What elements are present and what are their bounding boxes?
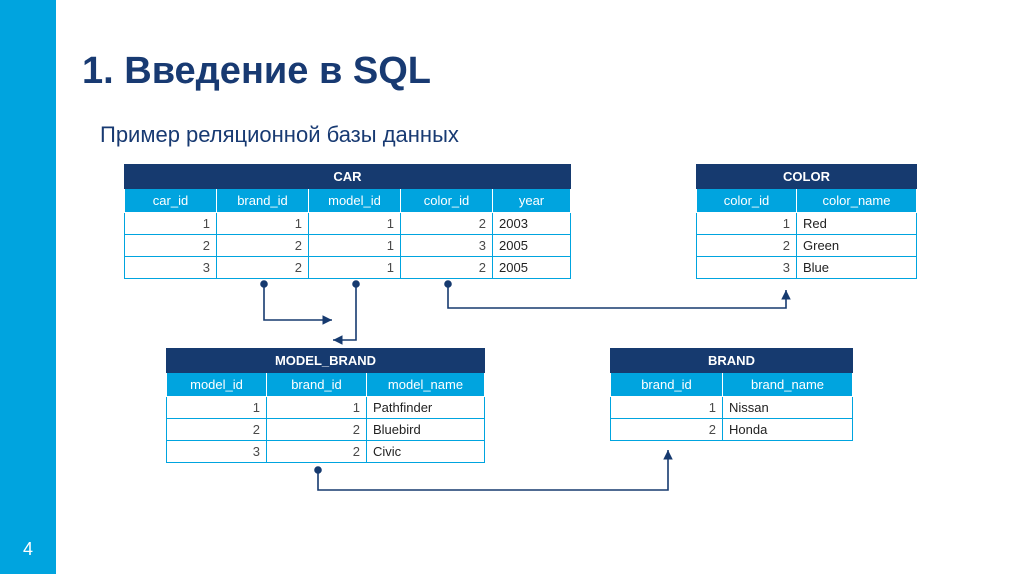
- cell: 1: [309, 213, 401, 235]
- table-model-brand: MODEL_BRAND model_id brand_id model_name…: [166, 348, 485, 463]
- col-hdr: color_name: [797, 189, 917, 213]
- col-hdr: year: [493, 189, 571, 213]
- cell: 2: [267, 441, 367, 463]
- cell: 2: [125, 235, 217, 257]
- table-row: 3 Blue: [697, 257, 917, 279]
- table-model-brand-title: MODEL_BRAND: [167, 349, 485, 373]
- cell: 1: [309, 257, 401, 279]
- cell: 1: [167, 397, 267, 419]
- col-hdr: brand_id: [611, 373, 723, 397]
- cell: Bluebird: [367, 419, 485, 441]
- table-row: 1 Nissan: [611, 397, 853, 419]
- cell: 1: [217, 213, 309, 235]
- cell: 2: [401, 257, 493, 279]
- cell: Green: [797, 235, 917, 257]
- col-hdr: brand_id: [217, 189, 309, 213]
- cell: 1: [697, 213, 797, 235]
- table-brand: BRAND brand_id brand_name 1 Nissan 2 Hon…: [610, 348, 853, 441]
- side-accent-band: [0, 0, 56, 574]
- cell: 2: [217, 235, 309, 257]
- cell: 2005: [493, 235, 571, 257]
- table-row: 1 1 1 2 2003: [125, 213, 571, 235]
- cell: 2: [267, 419, 367, 441]
- cell: 2: [167, 419, 267, 441]
- table-car-title: CAR: [125, 165, 571, 189]
- table-brand-title: BRAND: [611, 349, 853, 373]
- page-subtitle: Пример реляционной базы данных: [100, 122, 459, 148]
- cell: 1: [309, 235, 401, 257]
- cell: 1: [125, 213, 217, 235]
- cell: 3: [167, 441, 267, 463]
- table-row: 2 2 1 3 2005: [125, 235, 571, 257]
- cell: Blue: [797, 257, 917, 279]
- cell: Nissan: [723, 397, 853, 419]
- cell: 2005: [493, 257, 571, 279]
- cell: 2: [611, 419, 723, 441]
- table-color-title: COLOR: [697, 165, 917, 189]
- table-car: CAR car_id brand_id model_id color_id ye…: [124, 164, 571, 279]
- table-row: 1 1 Pathfinder: [167, 397, 485, 419]
- cell: 1: [611, 397, 723, 419]
- cell: 2: [697, 235, 797, 257]
- cell: 1: [267, 397, 367, 419]
- table-row: 1 Red: [697, 213, 917, 235]
- cell: 3: [125, 257, 217, 279]
- table-row: 3 2 Civic: [167, 441, 485, 463]
- cell: 2003: [493, 213, 571, 235]
- col-hdr: color_id: [697, 189, 797, 213]
- table-color: COLOR color_id color_name 1 Red 2 Green …: [696, 164, 917, 279]
- col-hdr: car_id: [125, 189, 217, 213]
- slide-page: 4 1. Введение в SQL Пример реляционной б…: [0, 0, 1024, 574]
- cell: 2: [217, 257, 309, 279]
- col-hdr: color_id: [401, 189, 493, 213]
- table-row: 2 Green: [697, 235, 917, 257]
- table-row: 3 2 1 2 2005: [125, 257, 571, 279]
- cell: Honda: [723, 419, 853, 441]
- col-hdr: brand_id: [267, 373, 367, 397]
- cell: Civic: [367, 441, 485, 463]
- table-row: 2 2 Bluebird: [167, 419, 485, 441]
- col-hdr: model_id: [309, 189, 401, 213]
- page-number: 4: [0, 539, 56, 560]
- table-row: 2 Honda: [611, 419, 853, 441]
- cell: 3: [697, 257, 797, 279]
- col-hdr: model_name: [367, 373, 485, 397]
- cell: Pathfinder: [367, 397, 485, 419]
- cell: Red: [797, 213, 917, 235]
- col-hdr: brand_name: [723, 373, 853, 397]
- cell: 3: [401, 235, 493, 257]
- cell: 2: [401, 213, 493, 235]
- page-title: 1. Введение в SQL: [82, 50, 431, 93]
- col-hdr: model_id: [167, 373, 267, 397]
